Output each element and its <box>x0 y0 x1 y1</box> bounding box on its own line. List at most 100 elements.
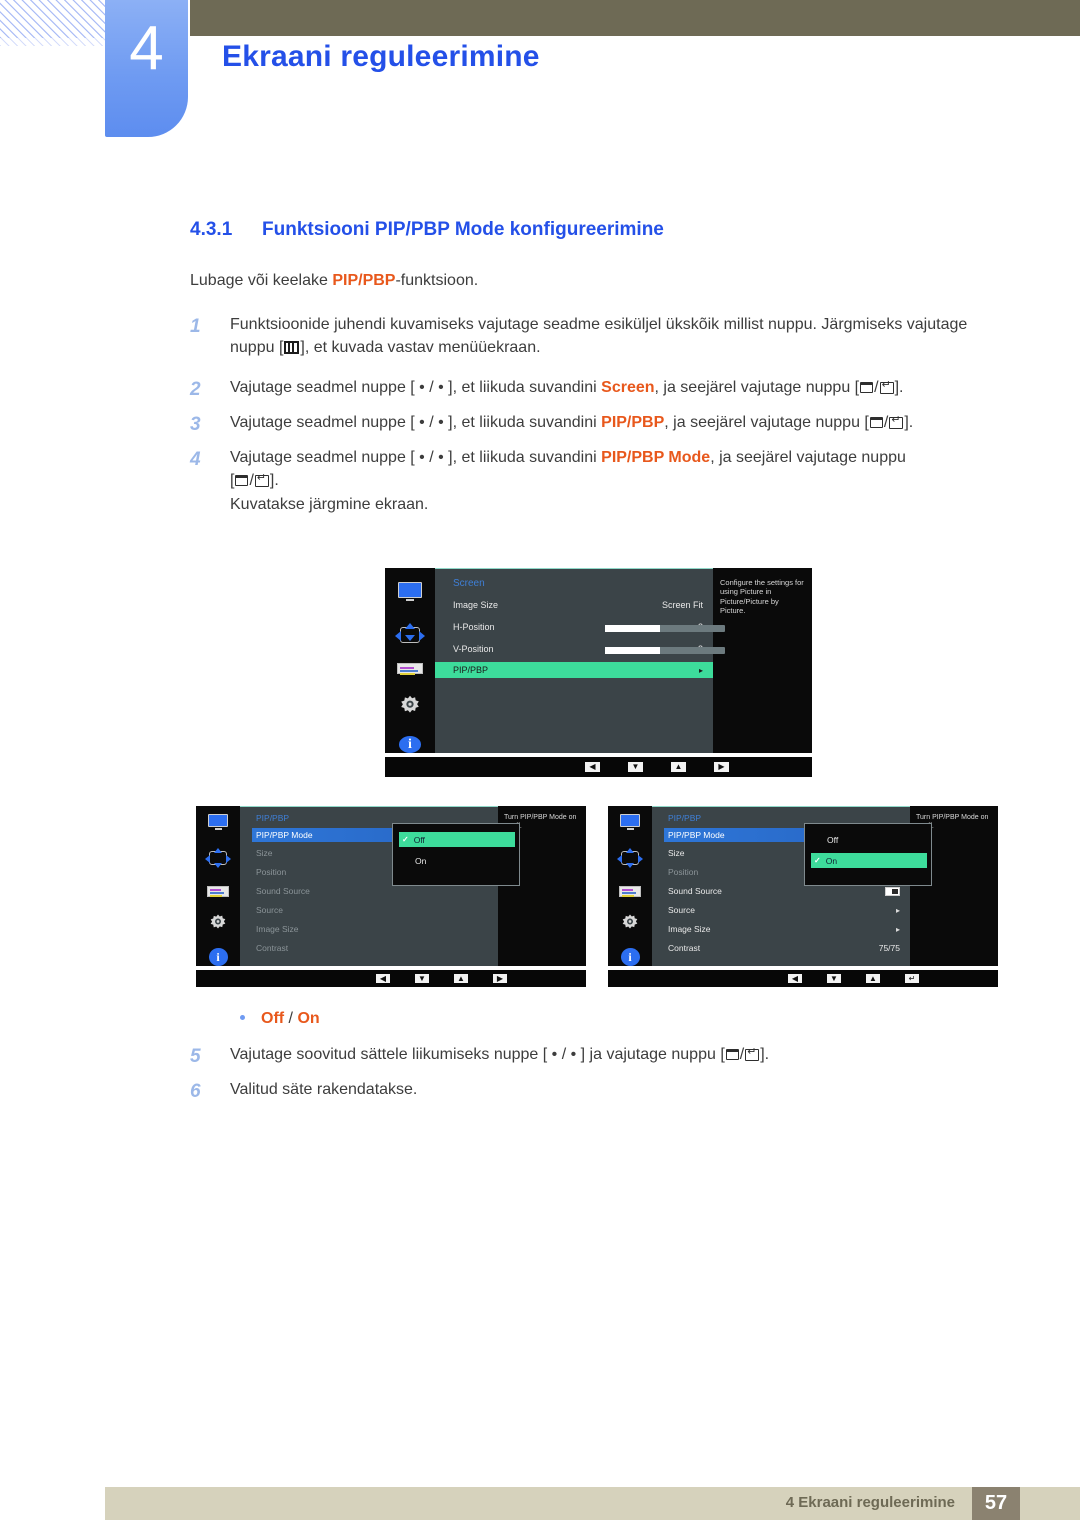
osd1-row-v-position[interactable]: V-Position 3 <box>453 644 725 654</box>
osd2-row-source[interactable]: Source <box>256 905 283 915</box>
intro-highlight: PIP/PBP <box>332 272 396 289</box>
osd1-row-image-size[interactable]: Image Size Screen Fit <box>453 600 703 610</box>
osd3-row-pip-pbp-mode[interactable]: PIP/PBP Mode <box>664 828 804 842</box>
osd2-row-pip-pbp-mode-label: PIP/PBP Mode <box>256 830 313 840</box>
nav-left-icon[interactable]: ◀ <box>585 762 600 772</box>
header-hatch-pattern-secondary <box>0 0 105 46</box>
osd1-row-h-position-label: H-Position <box>453 622 495 632</box>
osd3-row-size[interactable]: Size <box>668 848 685 858</box>
nav-down-icon[interactable]: ▼ <box>827 974 841 983</box>
osd3-row-contrast[interactable]: Contrast 75/75 <box>668 943 900 953</box>
source-button-icon <box>725 1049 739 1060</box>
nav-down-icon[interactable]: ▼ <box>415 974 429 983</box>
osd1-menu-title: Screen <box>453 578 485 589</box>
chapter-title: Ekraani reguleerimine <box>222 40 540 73</box>
osd3-row-sound-source-label: Sound Source <box>668 886 722 896</box>
osd3-row-position-label: Position <box>668 867 699 877</box>
nav-left-icon[interactable]: ◀ <box>376 974 390 983</box>
nav-up-icon[interactable]: ▲ <box>671 762 686 772</box>
osd3-row-source[interactable]: Source ▸ <box>668 905 900 915</box>
info-icon: i <box>399 736 421 753</box>
osd3-row-image-size-label: Image Size <box>668 924 711 934</box>
osd1-row-pip-pbp-arrow: ▸ <box>698 665 703 675</box>
osd1-h-position-slider[interactable] <box>605 625 725 632</box>
gear-icon <box>620 913 640 933</box>
osd3-popup-option-on[interactable]: ✓ On <box>811 853 927 868</box>
step-3-text: Vajutage seadmel nuppe [ • / • ], et lii… <box>230 411 990 434</box>
osd3-row-image-size[interactable]: Image Size ▸ <box>668 924 900 934</box>
bullet-dot-icon <box>240 1015 245 1020</box>
step-5-text-part2: ]. <box>760 1046 770 1063</box>
osd3-row-source-arrow: ▸ <box>895 905 900 915</box>
nav-up-icon[interactable]: ▲ <box>454 974 468 983</box>
osd1-row-image-size-label: Image Size <box>453 600 499 610</box>
section-title: Funktsiooni PIP/PBP Mode konfigureerimin… <box>262 219 664 240</box>
section-number: 4.3.1 <box>190 219 233 240</box>
osd2-row-image-size[interactable]: Image Size <box>256 924 299 934</box>
option-separator: / <box>284 1010 298 1027</box>
osd2-row-contrast[interactable]: Contrast <box>256 943 288 953</box>
header-olive-bar <box>190 0 1080 36</box>
nav-down-icon[interactable]: ▼ <box>628 762 643 772</box>
osd2-menu-title: PIP/PBP <box>256 813 290 823</box>
step-3-highlight: PIP/PBP <box>601 414 665 431</box>
osd3-popup-option-off[interactable]: Off <box>811 832 927 847</box>
osd2-row-pip-pbp-mode[interactable]: PIP/PBP Mode <box>252 828 392 842</box>
nav-up-icon[interactable]: ▲ <box>866 974 880 983</box>
page-number-box: 57 <box>972 1487 1020 1520</box>
osd2-popup-option-on[interactable]: On <box>399 853 515 868</box>
osd2-nav-bar: ◀ ▼ ▲ ▶ <box>196 970 586 987</box>
nav-left-icon[interactable]: ◀ <box>788 974 802 983</box>
step-2-highlight: Screen <box>601 379 655 396</box>
osd1-nav-bar: ◀ ▼ ▲ ▶ <box>385 757 812 777</box>
step-2-text-part3: ]. <box>894 379 904 396</box>
osd2-row-position-label: Position <box>256 867 287 877</box>
osd1-frame: i Screen Image Size Screen Fit H-Positio… <box>385 568 812 753</box>
monitor-icon <box>208 814 228 830</box>
osd3-row-sound-source[interactable]: Sound Source <box>668 886 900 896</box>
osd3-row-position[interactable]: Position <box>668 867 698 877</box>
step-2-text-part1: Vajutage seadmel nuppe [ • / • ], et lii… <box>230 379 602 396</box>
chapter-number: 4 <box>129 14 164 83</box>
step-4-number: 4 <box>190 449 201 470</box>
osd2-menu-panel: PIP/PBP PIP/PBP Mode Size Position Sound… <box>240 806 520 966</box>
nav-right-icon[interactable]: ▶ <box>714 762 729 772</box>
gear-icon <box>398 694 422 718</box>
osd3-menu-title: PIP/PBP <box>668 813 702 823</box>
color-bars-icon <box>619 885 641 898</box>
osd2-row-size[interactable]: Size <box>256 848 273 858</box>
osd2-icon-column: i <box>196 806 240 966</box>
nav-enter-icon[interactable]: ↵ <box>905 974 919 983</box>
osd2-row-position[interactable]: Position <box>256 867 286 877</box>
source-button-icon <box>860 382 874 393</box>
step-4: 4 Vajutage seadmel nuppe [ • / • ], et l… <box>190 446 990 516</box>
osd1-row-pip-pbp[interactable]: PIP/PBP ▸ <box>435 662 713 678</box>
osd2-frame: i PIP/PBP PIP/PBP Mode Size Position Sou… <box>196 806 586 966</box>
nav-right-icon[interactable]: ▶ <box>493 974 507 983</box>
step-4-highlight: PIP/PBP Mode <box>601 449 711 466</box>
step-5-text-part1: Vajutage soovitud sättele liikumiseks nu… <box>230 1046 725 1063</box>
osd3-icon-column: i <box>608 806 652 966</box>
sound-source-toggle-icon[interactable] <box>885 886 900 896</box>
osd2-row-source-label: Source <box>256 905 283 915</box>
osd3-nav-bar: ◀ ▼ ▲ ↵ <box>608 970 998 987</box>
color-bars-icon <box>397 663 423 676</box>
osd3-row-contrast-value: 75/75 <box>878 943 900 953</box>
step-2: 2 Vajutage seadmel nuppe [ • / • ], et l… <box>190 376 990 400</box>
step-1-number: 1 <box>190 316 201 337</box>
enter-button-icon <box>745 1046 760 1061</box>
osd2-row-sound-source[interactable]: Sound Source <box>256 886 310 896</box>
osd2-popup-option-off-label: Off <box>413 834 425 845</box>
osd1-row-h-position[interactable]: H-Position 3 <box>453 622 725 632</box>
monitor-icon <box>398 582 422 601</box>
osd1-v-position-slider[interactable] <box>605 647 725 654</box>
step-4-note: Kuvatakse järgmine ekraan. <box>230 495 429 513</box>
section-intro: Lubage või keelake PIP/PBP-funktsioon. <box>190 272 478 290</box>
osd2-popup-option-off[interactable]: ✓ Off <box>399 832 515 847</box>
osd1-icon-column: i <box>385 568 435 753</box>
osd3-popup-pip-pbp-mode: Off ✓ On <box>804 823 932 886</box>
osd-screenshot-pip-off: i PIP/PBP PIP/PBP Mode Size Position Sou… <box>196 806 586 987</box>
osd-screenshot-screen-menu: i Screen Image Size Screen Fit H-Positio… <box>385 568 812 777</box>
gear-icon <box>208 913 228 933</box>
source-button-icon <box>235 475 249 487</box>
